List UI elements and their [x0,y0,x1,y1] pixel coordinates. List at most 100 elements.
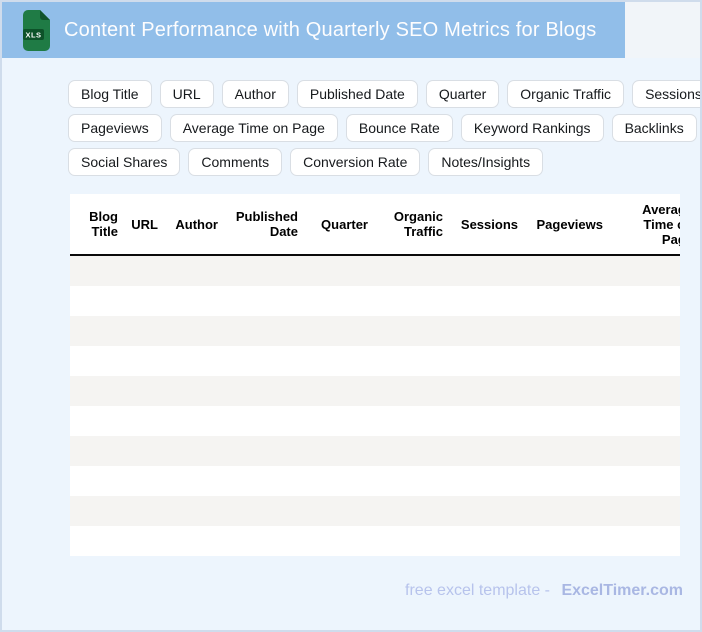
table-cell [609,376,680,406]
table-cell [164,526,224,556]
table-cell [164,406,224,436]
table-cell [374,436,449,466]
table-cell [224,466,304,496]
chip-url[interactable]: URL [159,80,214,108]
table-cell [449,316,524,346]
table-cell [524,496,609,526]
xls-icon-label: XLS [25,30,41,39]
table-row [70,316,680,346]
table-cell [304,286,374,316]
table-cell [124,406,164,436]
table-cell [124,496,164,526]
chip-pageviews[interactable]: Pageviews [68,114,162,142]
table-cell [224,376,304,406]
field-chips: Blog Title URL Author Published Date Qua… [68,80,700,176]
chip-organic-traffic[interactable]: Organic Traffic [507,80,625,108]
chip-social-shares[interactable]: Social Shares [68,148,181,176]
table-cell [524,526,609,556]
table-row [70,496,680,526]
table-cell [524,376,609,406]
table-row [70,286,680,316]
table-cell [224,496,304,526]
table-cell [374,286,449,316]
table-cell [164,436,224,466]
table-cell [374,346,449,376]
xls-file-icon: XLS [23,9,50,51]
table-cell [70,346,124,376]
table-row [70,466,680,496]
table-cell [70,316,124,346]
table-cell [124,255,164,286]
table-cell [374,496,449,526]
column-header-organic-traffic: Organic Traffic [374,194,449,256]
table-cell [124,316,164,346]
page-title: Content Performance with Quarterly SEO M… [64,18,597,41]
table-cell [164,496,224,526]
table-body [70,255,680,556]
table-cell [224,286,304,316]
table-cell [224,255,304,286]
chip-blog-title[interactable]: Blog Title [68,80,152,108]
table-cell [304,436,374,466]
table-cell [70,526,124,556]
footer-brand-link[interactable]: ExcelTimer.com [561,582,683,599]
spreadsheet-table: Blog Title URL Author Published Date Qua… [70,194,680,556]
table-cell [374,466,449,496]
chip-author[interactable]: Author [221,80,289,108]
chip-row: Pageviews Average Time on Page Bounce Ra… [68,114,700,142]
table-cell [224,436,304,466]
table-cell [609,406,680,436]
chip-conversion-rate[interactable]: Conversion Rate [290,148,421,176]
table-cell [609,436,680,466]
table-cell [524,316,609,346]
table-cell [374,406,449,436]
title-banner: XLS Content Performance with Quarterly S… [2,2,625,58]
chip-bounce-rate[interactable]: Bounce Rate [345,114,453,142]
table-cell [609,526,680,556]
table-cell [70,376,124,406]
table-row [70,436,680,466]
table-cell [449,406,524,436]
table-cell [304,316,374,346]
table-cell [224,346,304,376]
table-cell [164,316,224,346]
chip-notes-insights[interactable]: Notes/Insights [428,148,544,176]
table-cell [124,436,164,466]
footer-tagline: free excel template - [405,582,550,599]
table-cell [304,376,374,406]
table-cell [304,466,374,496]
table-row [70,255,680,286]
column-header-blog-title: Blog Title [70,194,124,256]
chip-average-time-on-page[interactable]: Average Time on Page [169,114,338,142]
table-cell [374,255,449,286]
chip-sessions[interactable]: Sessions [632,80,700,108]
footer: free excel template - ExcelTimer.com [405,582,683,600]
chip-quarter[interactable]: Quarter [425,80,500,108]
table-cell [524,346,609,376]
chip-comments[interactable]: Comments [188,148,283,176]
table-cell [449,496,524,526]
table-cell [304,406,374,436]
table-cell [449,466,524,496]
table-cell [449,376,524,406]
table-cell [124,466,164,496]
table-header-row: Blog Title URL Author Published Date Qua… [70,194,680,256]
column-header-quarter: Quarter [304,194,374,256]
table-cell [164,255,224,286]
chip-keyword-rankings[interactable]: Keyword Rankings [460,114,604,142]
chip-published-date[interactable]: Published Date [296,80,418,108]
table-cell [70,466,124,496]
table-cell [449,286,524,316]
chip-row: Blog Title URL Author Published Date Qua… [68,80,700,108]
table-cell [609,496,680,526]
table-cell [124,376,164,406]
table-cell [374,376,449,406]
column-header-average-time-on-page: Average Time on Page [609,194,680,256]
chip-backlinks[interactable]: Backlinks [611,114,697,142]
column-header-sessions: Sessions [449,194,524,256]
page: XLS Content Performance with Quarterly S… [0,0,702,632]
table-cell [304,255,374,286]
table-cell [70,406,124,436]
table-cell [524,436,609,466]
table-cell [524,406,609,436]
